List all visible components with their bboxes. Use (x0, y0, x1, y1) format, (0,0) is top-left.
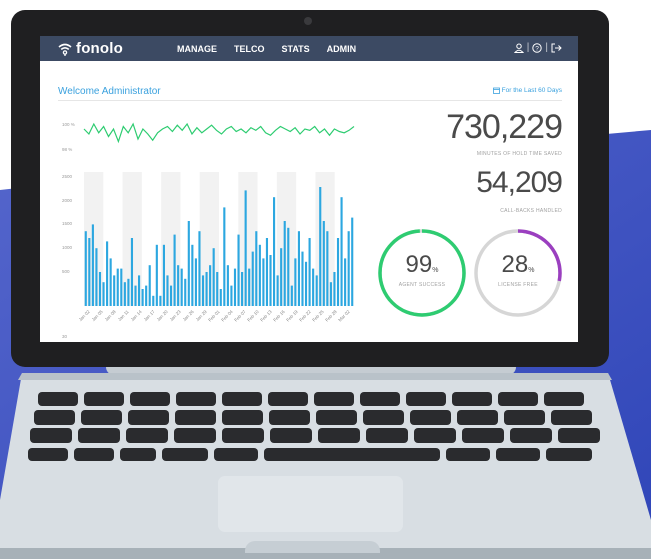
keyboard-key (81, 410, 122, 425)
keyboard-key (269, 410, 310, 425)
keyboard-key (452, 392, 492, 406)
keyboard-key (264, 448, 440, 461)
keyboard-key (30, 428, 72, 443)
keyboard-key (496, 448, 540, 461)
keyboard-key (462, 428, 504, 443)
keyboard-key (84, 392, 124, 406)
keyboard-key (38, 392, 78, 406)
keyboard-key (510, 428, 552, 443)
keyboard-key (410, 410, 451, 425)
keyboard-key (214, 448, 258, 461)
keyboard-key (162, 448, 208, 461)
keyboard-key (126, 428, 168, 443)
keyboard-key (318, 428, 360, 443)
keyboard-key (34, 410, 75, 425)
keyboard-key (130, 392, 170, 406)
keyboard-key (222, 410, 263, 425)
keyboard-key (406, 392, 446, 406)
keyboard-key (551, 410, 592, 425)
trackpad[interactable] (218, 476, 403, 532)
keyboard-key (558, 428, 600, 443)
keyboard-key (316, 410, 357, 425)
keyboard-key (268, 392, 308, 406)
keyboard-key (360, 392, 400, 406)
keyboard-key (222, 392, 262, 406)
keyboard-key (446, 448, 490, 461)
keyboard-key (270, 428, 312, 443)
keyboard-key (414, 428, 456, 443)
keyboard-key (498, 392, 538, 406)
keyboard-key (175, 410, 216, 425)
keyboard-key (546, 448, 592, 461)
keyboard-key (544, 392, 584, 406)
laptop-lid-notch (245, 541, 380, 553)
keyboard-key (78, 428, 120, 443)
keyboard-key (504, 410, 545, 425)
keyboard-key (457, 410, 498, 425)
keyboard-key (174, 428, 216, 443)
keyboard-key (366, 428, 408, 443)
keyboard-key (222, 428, 264, 443)
keyboard-key (28, 448, 68, 461)
keyboard-key (120, 448, 156, 461)
keyboard-key (176, 392, 216, 406)
keyboard-key (74, 448, 114, 461)
keyboard-key (363, 410, 404, 425)
keyboard-key (314, 392, 354, 406)
keyboard-key (128, 410, 169, 425)
